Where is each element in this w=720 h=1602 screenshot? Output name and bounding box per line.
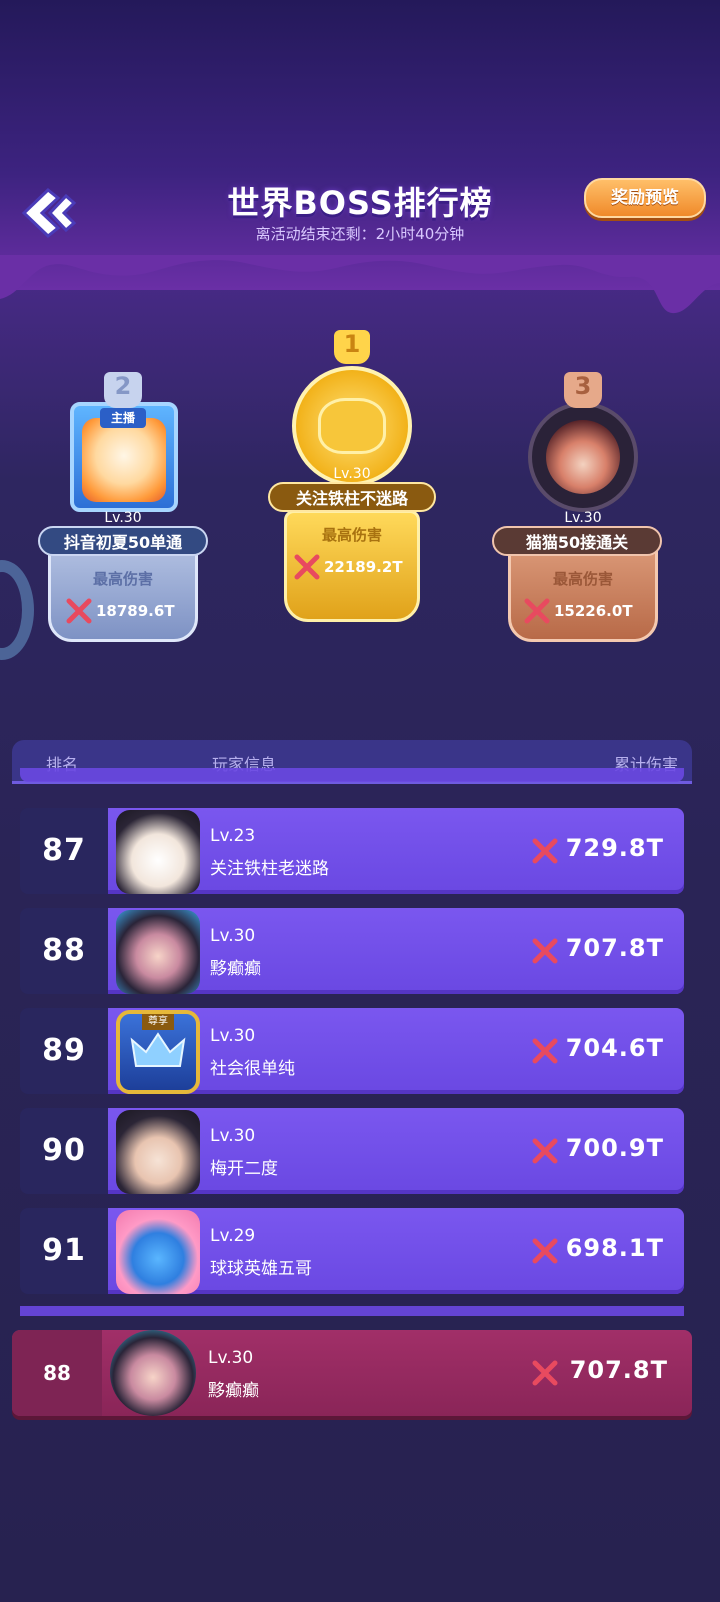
table-row[interactable]: 88 Lv.30 黟癫癫 707.8T xyxy=(20,908,684,994)
podium-first-damage-label: 最高伤害 xyxy=(321,526,382,544)
my-rank: 88 xyxy=(12,1330,102,1416)
row-level: Lv.29 xyxy=(210,1226,256,1246)
podium-second-level: Lv.30 xyxy=(104,510,142,526)
rank-2-crest: 2 xyxy=(104,372,142,408)
bronze-avatar-frame xyxy=(528,402,638,512)
podium-first-place[interactable]: 1 Lv.30 关注铁柱不迷路 最高伤害 22189.2T xyxy=(262,330,442,630)
crown-frame-avatar: 尊享 xyxy=(116,1010,200,1094)
crossed-swords-icon xyxy=(532,1138,558,1164)
row-rank: 91 xyxy=(20,1208,108,1294)
my-player-name: 黟癫癫 xyxy=(208,1381,259,1401)
row-damage: 707.8T xyxy=(565,934,664,962)
podium-second-damage: 18789.6T xyxy=(96,602,175,620)
header-drip-decoration xyxy=(0,255,720,314)
black-cat-hood-avatar xyxy=(546,420,620,494)
crossed-swords-icon xyxy=(524,598,550,624)
dragon-girl-avatar xyxy=(110,1330,196,1416)
pink-bear-avatar xyxy=(116,1210,200,1294)
podium-first-level: Lv.30 xyxy=(333,466,371,482)
my-rank-row[interactable]: 88 Lv.30 黟癫癫 707.8T xyxy=(12,1330,692,1416)
crossed-swords-icon xyxy=(532,838,558,864)
black-cat-hood-avatar xyxy=(116,1110,200,1194)
my-level: Lv.30 xyxy=(208,1348,254,1368)
reward-preview-button[interactable]: 奖励预览 xyxy=(584,178,706,218)
table-row[interactable]: 89 尊享 Lv.30 社会很单纯 704.6T xyxy=(20,1008,684,1094)
white-fox-avatar xyxy=(82,418,166,502)
partial-row-above xyxy=(20,768,684,782)
row-level: Lv.30 xyxy=(210,1026,256,1046)
crossed-swords-icon xyxy=(294,554,320,580)
row-rank: 90 xyxy=(20,1108,108,1194)
row-rank: 88 xyxy=(20,908,108,994)
crossed-swords-icon xyxy=(532,938,558,964)
crossed-swords-icon xyxy=(532,1038,558,1064)
podium-third-level: Lv.30 xyxy=(564,510,602,526)
crossed-swords-icon xyxy=(532,1360,558,1386)
header-banner xyxy=(0,0,720,290)
row-damage: 729.8T xyxy=(565,834,664,862)
event-countdown: 离活动结束还剩：2小时40分钟 xyxy=(255,225,465,243)
crossed-swords-icon xyxy=(66,598,92,624)
row-player-name: 社会很单纯 xyxy=(210,1059,295,1079)
streamer-tag: 主播 xyxy=(100,408,146,428)
row-player-name: 关注铁柱老迷路 xyxy=(210,859,329,879)
black-cat-hood-avatar xyxy=(116,810,200,894)
exclusive-tag: 尊享 xyxy=(142,1014,174,1030)
partial-row-below xyxy=(20,1306,684,1316)
table-row[interactable]: 90 Lv.30 梅开二度 700.9T xyxy=(20,1108,684,1194)
crossed-swords-icon xyxy=(532,1238,558,1264)
podium-second-damage-label: 最高伤害 xyxy=(92,570,153,588)
row-damage: 698.1T xyxy=(565,1234,664,1262)
row-rank: 89 xyxy=(20,1008,108,1094)
side-ring-decoration xyxy=(0,560,34,660)
rank-3-crest: 3 xyxy=(564,372,602,408)
dragon-girl-avatar xyxy=(116,910,200,994)
podium-second-place[interactable]: 2 主播 Lv.30 抖音初夏50单通 最高伤害 18789.6T xyxy=(38,372,208,662)
podium-third-name: 猫猫50接通关 xyxy=(492,526,662,556)
podium-first-damage: 22189.2T xyxy=(324,558,403,576)
row-level: Lv.23 xyxy=(210,826,256,846)
podium-third-place[interactable]: 3 Lv.30 猫猫50接通关 最高伤害 15226.0T xyxy=(492,372,662,662)
table-row[interactable]: 87 Lv.23 关注铁柱老迷路 729.8T xyxy=(20,808,684,894)
podium-third-damage-label: 最高伤害 xyxy=(552,570,613,588)
podium-first-name: 关注铁柱不迷路 xyxy=(268,482,436,512)
rank-1-crest: 1 xyxy=(334,330,370,364)
row-level: Lv.30 xyxy=(210,926,256,946)
row-damage: 704.6T xyxy=(565,1034,664,1062)
row-player-name: 球球英雄五哥 xyxy=(210,1259,312,1279)
my-damage: 707.8T xyxy=(569,1356,668,1384)
row-rank: 87 xyxy=(20,808,108,894)
row-player-name: 梅开二度 xyxy=(210,1159,278,1179)
golden-piggy-icon xyxy=(318,398,386,454)
podium-second-name: 抖音初夏50单通 xyxy=(38,526,208,556)
row-player-name: 黟癫癫 xyxy=(210,959,261,979)
podium-third-damage: 15226.0T xyxy=(554,602,633,620)
row-damage: 700.9T xyxy=(565,1134,664,1162)
row-level: Lv.30 xyxy=(210,1126,256,1146)
table-row[interactable]: 91 Lv.29 球球英雄五哥 698.1T xyxy=(20,1208,684,1294)
